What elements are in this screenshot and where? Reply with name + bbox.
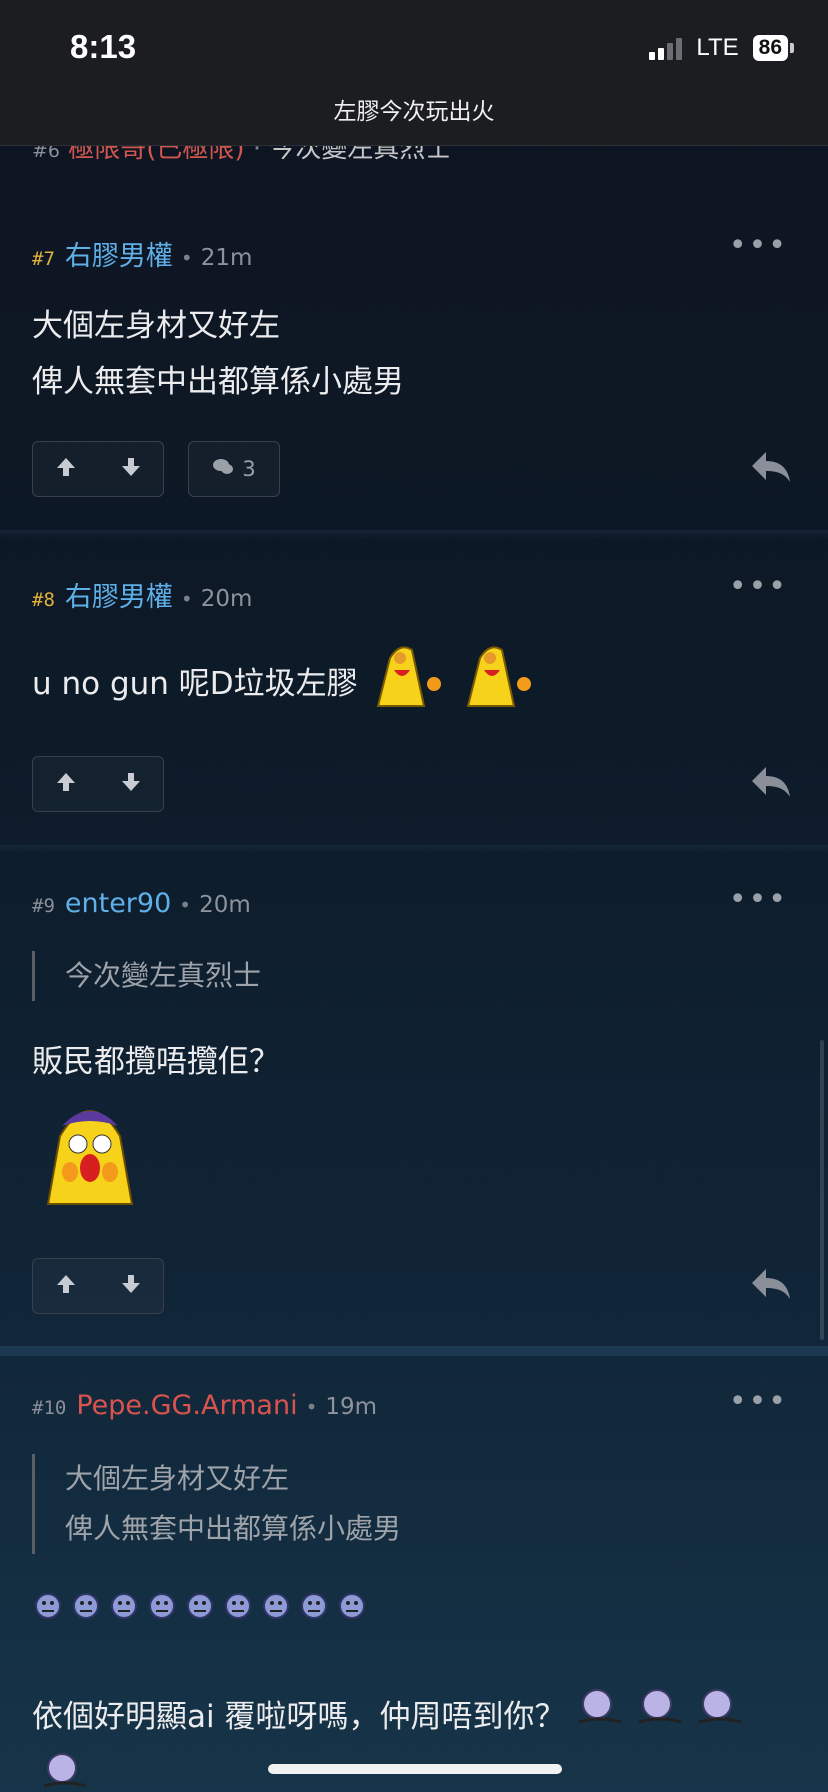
post-body: u no gun 呢D垃圾左膠 — [32, 640, 538, 728]
post-time: 20m — [199, 892, 251, 918]
post-body: 大個左身材又好左 俾人無套中出都算係小處男 — [32, 298, 404, 410]
post-header: #7 右膠男權 • 21m — [32, 234, 252, 273]
vote-buttons — [32, 1258, 164, 1314]
post-author[interactable]: Pepe.GG.Armani — [76, 1390, 297, 1421]
ghost-sticker-icon — [695, 1688, 745, 1746]
thread-title[interactable]: 左膠今次玩出火 — [0, 92, 828, 126]
quote-line: 俾人無套中出都算係小處男 — [65, 1512, 402, 1545]
post-body: 販民都攬唔攬佢？ — [32, 1034, 280, 1090]
sad-face-icon — [338, 1592, 366, 1624]
post-floor: #7 — [32, 248, 55, 270]
more-dots-icon[interactable]: ••• — [729, 1384, 788, 1419]
emoji-row — [34, 1592, 366, 1624]
vote-buttons — [32, 441, 164, 497]
status-indicators: LTE 86 — [649, 34, 794, 62]
post-header: #9 enter90 • 20m — [32, 888, 251, 919]
post-time: 19m — [325, 1394, 378, 1420]
ghost-sticker-icon — [575, 1688, 625, 1746]
sad-face-icon — [262, 1592, 290, 1624]
comment-bubble-icon — [212, 457, 234, 482]
sad-face-icon — [72, 1592, 100, 1624]
separator-dot: • — [180, 246, 193, 270]
separator-dot: • — [305, 1395, 318, 1419]
sad-face-icon — [110, 1592, 138, 1624]
battery-icon: 86 — [752, 35, 794, 61]
arrow-down-icon[interactable] — [120, 456, 142, 482]
arrow-down-icon[interactable] — [120, 771, 142, 797]
post-header: #8 右膠男權 • 20m — [32, 575, 252, 614]
duck-sticker-icon — [368, 640, 448, 728]
post-text: 依個好明顯ai 覆啦呀嗎，仲周唔到你？ — [32, 1699, 566, 1735]
post-body: 依個好明顯ai 覆啦呀嗎，仲周唔到你？ — [32, 1688, 745, 1746]
arrow-up-icon[interactable] — [55, 771, 77, 797]
sad-face-icon — [224, 1592, 252, 1624]
quote-text: 今次變左真烈士 — [65, 959, 262, 992]
post-divider — [0, 530, 828, 538]
quote-block: 大個左身材又好左 俾人無套中出都算係小處男 — [32, 1454, 401, 1554]
reply-arrow-icon[interactable] — [750, 1267, 792, 1305]
post-author[interactable]: 右膠男權 — [65, 575, 173, 614]
post-floor: #8 — [32, 589, 55, 611]
reply-arrow-icon[interactable] — [750, 765, 792, 803]
post-time: 21m — [200, 245, 253, 271]
comment-count: 3 — [242, 457, 256, 481]
sad-face-icon — [34, 1592, 62, 1624]
top-bar: 8:13 LTE 86 左膠今次玩出火 — [0, 0, 828, 146]
arrow-up-icon[interactable] — [55, 456, 77, 482]
post-text: 販民都攬唔攬佢？ — [32, 1044, 280, 1080]
separator-dot: • — [180, 587, 193, 611]
comments-button[interactable]: 3 — [188, 441, 280, 497]
quote-line: 大個左身材又好左 — [65, 1462, 290, 1495]
signal-icon — [649, 36, 683, 60]
reply-arrow-icon[interactable] — [750, 450, 792, 488]
more-dots-icon[interactable]: ••• — [729, 228, 788, 263]
post-divider — [0, 845, 828, 853]
post-header: #10 Pepe.GG.Armani • 19m — [32, 1390, 377, 1421]
sad-face-icon — [186, 1592, 214, 1624]
post-author[interactable]: 右膠男權 — [65, 234, 173, 273]
post-line: 俾人無套中出都算係小處男 — [32, 364, 404, 400]
battery-level: 86 — [752, 35, 788, 61]
post-line: 大個左身材又好左 — [32, 308, 280, 344]
scared-sticker-icon — [40, 1096, 140, 1212]
duck-sticker-icon — [458, 640, 538, 728]
home-indicator[interactable] — [268, 1764, 562, 1774]
quote-block: 今次變左真烈士 — [32, 951, 261, 1001]
ghost-sticker-icon — [40, 1752, 90, 1792]
sad-face-icon — [148, 1592, 176, 1624]
post-floor: #9 — [32, 895, 55, 917]
sad-face-icon — [300, 1592, 328, 1624]
post-divider — [0, 1346, 828, 1356]
post-floor: #10 — [32, 1397, 67, 1419]
post-time: 20m — [200, 586, 253, 612]
status-time: 8:13 — [70, 28, 137, 65]
more-dots-icon[interactable]: ••• — [729, 569, 788, 604]
scrollbar[interactable] — [820, 1040, 824, 1340]
ghost-sticker-icon — [635, 1688, 685, 1746]
arrow-down-icon[interactable] — [120, 1273, 142, 1299]
post-author[interactable]: enter90 — [65, 888, 171, 919]
separator-dot: • — [179, 893, 192, 917]
post-text: u no gun 呢D垃圾左膠 — [32, 666, 358, 702]
network-type: LTE — [696, 34, 739, 61]
more-dots-icon[interactable]: ••• — [729, 882, 788, 917]
vote-buttons — [32, 756, 164, 812]
arrow-up-icon[interactable] — [55, 1273, 77, 1299]
